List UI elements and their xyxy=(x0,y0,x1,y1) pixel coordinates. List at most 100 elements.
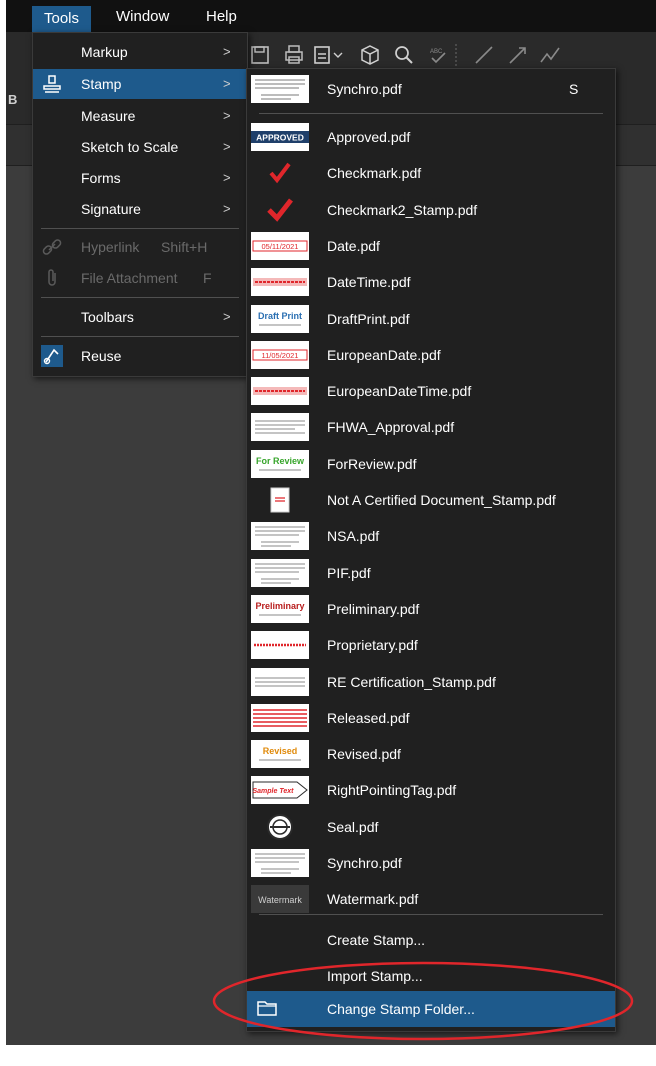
shortcut-label: Shift+H xyxy=(161,239,208,255)
tools-item-label: Hyperlink xyxy=(81,239,140,255)
menu-separator xyxy=(41,228,239,229)
svg-text:ABC: ABC xyxy=(430,49,443,55)
stamp-thumbnail xyxy=(251,268,309,297)
stamp-item[interactable]: FHWA_Approval.pdf xyxy=(247,409,615,445)
tools-item-markup[interactable]: Markup > xyxy=(33,37,247,67)
stamp-thumbnail xyxy=(251,667,309,696)
stamp-item[interactable]: 11/05/2021 EuropeanDate.pdf xyxy=(247,337,615,373)
stamp-label: Approved.pdf xyxy=(327,129,411,145)
chevron-right-icon: > xyxy=(223,139,231,154)
tools-item-label: Markup xyxy=(81,44,128,60)
tools-item-sketch-to-scale[interactable]: Sketch to Scale > xyxy=(33,132,247,162)
stamp-item[interactable]: Synchro.pdf xyxy=(247,845,615,881)
tools-item-label: Reuse xyxy=(81,348,122,364)
stamp-label: PIF.pdf xyxy=(327,564,371,581)
stamp-item[interactable]: PIF.pdf xyxy=(247,555,615,591)
link-icon xyxy=(41,236,63,258)
tools-item-label: Signature xyxy=(81,201,141,217)
menu-bar: Tools Window Help xyxy=(6,0,656,32)
thumb-text: Preliminary xyxy=(255,601,304,611)
stamp-item[interactable]: Preliminary Preliminary.pdf xyxy=(247,591,615,627)
stamp-label: DraftPrint.pdf xyxy=(327,310,410,327)
stamp-item[interactable]: Not A Certified Document_Stamp.pdf xyxy=(247,482,615,518)
polyline-icon[interactable] xyxy=(538,44,562,68)
stamp-item[interactable]: EuropeanDateTime.pdf xyxy=(247,373,615,409)
menu-separator xyxy=(259,113,603,114)
stamp-thumbnail: 05/11/2021 xyxy=(251,231,309,260)
zoom-icon[interactable] xyxy=(392,44,416,68)
stamp-thumbnail xyxy=(251,849,309,877)
stamp-item[interactable]: Checkmark.pdf xyxy=(247,155,615,191)
menu-separator xyxy=(259,914,603,915)
tools-item-hyperlink: Hyperlink Shift+H xyxy=(33,232,247,262)
thumb-text: 11/05/2021 xyxy=(262,351,299,360)
import-stamp-item[interactable]: Import Stamp... xyxy=(247,958,615,994)
stamp-thumbnail: Watermark xyxy=(251,885,309,914)
shortcut-label: F xyxy=(203,270,212,286)
change-stamp-folder-item[interactable]: Change Stamp Folder... xyxy=(247,991,615,1027)
tools-item-stamp[interactable]: Stamp > xyxy=(33,69,247,99)
stamp-item[interactable]: Revised Revised.pdf xyxy=(247,736,615,772)
arrow-icon[interactable] xyxy=(506,44,530,68)
stamp-label: Checkmark.pdf xyxy=(327,165,422,182)
stamp-thumbnail xyxy=(251,159,309,187)
tools-item-reuse[interactable]: Reuse xyxy=(33,341,247,371)
save-icon[interactable] xyxy=(248,44,272,68)
cube-icon[interactable] xyxy=(358,44,382,68)
stamp-icon xyxy=(41,73,63,95)
stamp-item[interactable]: RE Certification_Stamp.pdf xyxy=(247,664,615,700)
stamp-item[interactable]: Seal.pdf xyxy=(247,809,615,845)
menu-separator xyxy=(41,297,239,298)
stamp-item-recent[interactable]: Synchro.pdf S xyxy=(247,71,615,107)
toolbar-label: B xyxy=(8,92,18,107)
stamp-label: RightPointingTag.pdf xyxy=(327,782,457,799)
stamp-thumbnail xyxy=(251,196,309,224)
stamp-item[interactable]: Sample Text RightPointingTag.pdf xyxy=(247,772,615,808)
menu-tools[interactable]: Tools xyxy=(32,6,92,32)
thumb-text: 05/11/2021 xyxy=(262,242,299,251)
chevron-right-icon: > xyxy=(223,170,231,185)
chevron-right-icon: > xyxy=(223,76,231,91)
stamp-item[interactable]: Proprietary.pdf xyxy=(247,627,615,663)
stamp-thumbnail: APPROVED xyxy=(251,123,309,151)
stamp-label: Date.pdf xyxy=(327,237,380,254)
stamp-item[interactable]: Released.pdf xyxy=(247,700,615,736)
tools-item-toolbars[interactable]: Toolbars > xyxy=(33,302,247,332)
stamp-label: Not A Certified Document_Stamp.pdf xyxy=(327,492,556,508)
stamp-label: RE Certification_Stamp.pdf xyxy=(327,673,496,690)
tools-item-label: Toolbars xyxy=(81,309,134,325)
chevron-right-icon: > xyxy=(223,201,231,216)
stamp-label: Synchro.pdf xyxy=(327,855,402,871)
stamp-item[interactable]: 05/11/2021 Date.pdf xyxy=(247,228,615,264)
stamp-action-label: Create Stamp... xyxy=(327,932,426,948)
stamp-item[interactable]: DateTime.pdf xyxy=(247,264,615,300)
tools-menu: Markup > Stamp > Measure > Sketch to Sca… xyxy=(32,32,248,377)
line-icon[interactable] xyxy=(472,44,496,68)
tools-item-measure[interactable]: Measure > xyxy=(33,101,247,131)
toolbar-divider xyxy=(454,44,458,68)
menu-help[interactable]: Help xyxy=(206,8,237,25)
stamp-item[interactable]: NSA.pdf xyxy=(247,518,615,554)
stamp-item[interactable]: Draft Print DraftPrint.pdf xyxy=(247,301,615,337)
tools-item-forms[interactable]: Forms > xyxy=(33,163,247,193)
reuse-icon xyxy=(41,345,63,367)
app-window: Tools Window Help B ABC Markup > Stamp >… xyxy=(6,0,656,1045)
stamp-dropdown-icon[interactable] xyxy=(312,44,348,68)
tools-item-label: Stamp xyxy=(81,76,122,92)
stamp-item[interactable]: Checkmark2_Stamp.pdf xyxy=(247,192,615,228)
create-stamp-item[interactable]: Create Stamp... xyxy=(247,922,615,958)
menu-window[interactable]: Window xyxy=(116,8,169,25)
tools-item-signature[interactable]: Signature > xyxy=(33,194,247,224)
tools-item-label: Measure xyxy=(81,108,136,124)
chevron-right-icon: > xyxy=(223,309,231,324)
stamp-thumbnail: Revised xyxy=(251,740,309,769)
stamp-item[interactable]: For Review ForReview.pdf xyxy=(247,446,615,482)
stamp-item[interactable]: APPROVED Approved.pdf xyxy=(247,119,615,155)
print-icon[interactable] xyxy=(282,44,306,68)
stamp-label: ForReview.pdf xyxy=(327,455,417,472)
spellcheck-icon[interactable]: ABC xyxy=(426,44,450,68)
stamp-thumbnail: Sample Text xyxy=(251,776,309,805)
stamp-thumbnail: Draft Print xyxy=(251,304,309,333)
stamp-item[interactable]: Watermark Watermark.pdf xyxy=(247,881,615,917)
stamp-label: Seal.pdf xyxy=(327,818,379,835)
